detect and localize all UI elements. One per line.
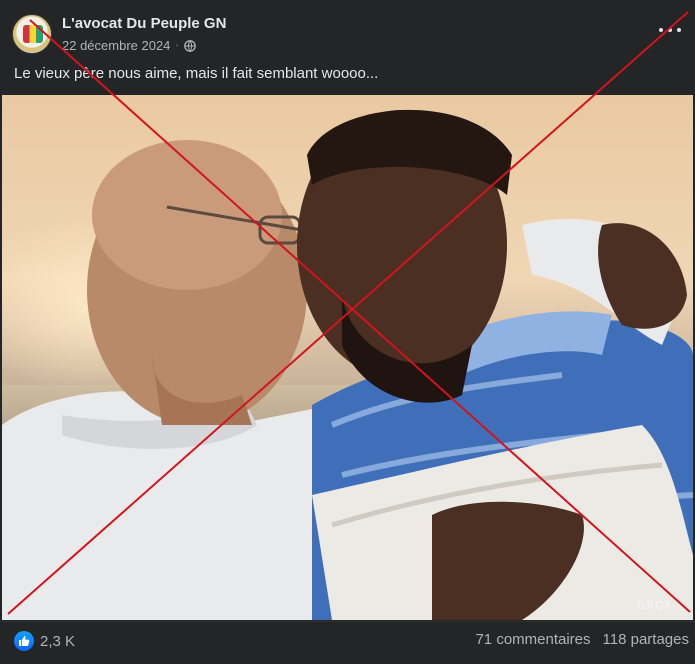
post-caption: Le vieux père nous aime, mais il fait se…: [14, 65, 379, 82]
post-image[interactable]: GROK: [2, 95, 693, 620]
image-watermark: GROK: [636, 599, 673, 612]
post-date[interactable]: 22 décembre 2024: [62, 38, 170, 53]
reaction-count: 2,3 K: [40, 632, 76, 650]
author-avatar[interactable]: [12, 14, 52, 54]
photo-illustration: [2, 109, 693, 620]
post-stats: 71 commentaires 118 partages: [475, 631, 689, 648]
shares-count[interactable]: 118 partages: [603, 631, 689, 648]
meta-separator: ·: [175, 40, 179, 51]
reactions-summary[interactable]: 2,3 K: [14, 631, 75, 651]
post-header: L'avocat Du Peuple GN 22 décembre 2024 ·: [0, 0, 695, 64]
like-icon: [14, 631, 34, 651]
post-meta: 22 décembre 2024 ·: [62, 38, 196, 53]
avatar-logo: [23, 25, 43, 43]
post-footer: 2,3 K 71 commentaires 118 partages: [0, 621, 695, 664]
comments-count[interactable]: 71 commentaires: [475, 631, 590, 648]
globe-icon: [183, 39, 196, 52]
author-name[interactable]: L'avocat Du Peuple GN: [62, 15, 226, 32]
facebook-post: L'avocat Du Peuple GN 22 décembre 2024 ·…: [0, 0, 695, 664]
more-options-icon[interactable]: [659, 22, 681, 38]
